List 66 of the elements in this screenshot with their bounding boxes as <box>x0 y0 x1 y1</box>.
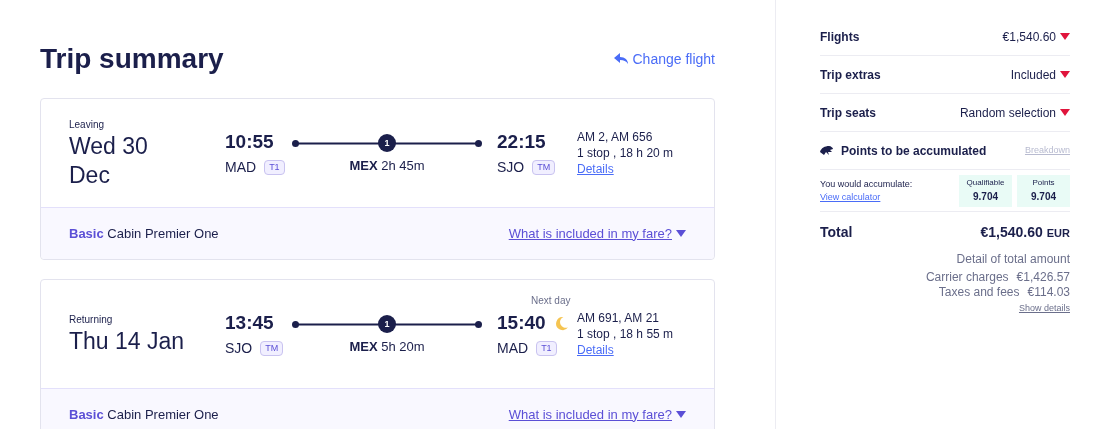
back-arrow-icon <box>614 53 629 65</box>
next-day-note: Next day <box>531 294 571 309</box>
layover-airport: MEX <box>349 158 378 174</box>
charge-label: Carrier charges <box>925 270 1009 285</box>
caret-icon <box>676 230 686 237</box>
caret-icon <box>1060 33 1070 40</box>
summary-label: Flights <box>820 28 860 46</box>
layover-duration: 2h 45m <box>381 158 425 174</box>
terminal-badge: TM <box>532 159 556 175</box>
details-link[interactable]: Details <box>577 343 614 357</box>
tile-value: 9.704 <box>973 190 998 204</box>
caret-icon <box>676 411 686 418</box>
terminal-badge: TM <box>260 340 284 356</box>
tile-label: Qualifiable <box>966 177 1005 189</box>
total-amount: €1,540.60 <box>980 222 1043 242</box>
total-label: Total <box>820 222 853 242</box>
summary-label: Trip seats <box>820 104 877 122</box>
airport-code: MAD <box>225 157 257 177</box>
layover-duration: 5h 20m <box>381 339 425 355</box>
cabin-name: Cabin Premier One <box>107 406 219 422</box>
page-title: Trip summary <box>40 42 224 76</box>
points-title: Points to be accumulated <box>841 142 987 160</box>
tile-value: 9.704 <box>1031 190 1056 204</box>
caret-icon <box>1060 109 1070 116</box>
charge-label: Taxes and fees <box>938 285 1020 300</box>
calculator-link[interactable]: View calculator <box>820 191 881 202</box>
summary-label: Trip extras <box>820 66 881 84</box>
leg-label: Leaving <box>69 117 106 132</box>
points-text: You would accumulate: <box>820 177 913 191</box>
layover-airport: MEX <box>349 339 378 355</box>
stop-count: 1 <box>378 134 396 153</box>
tile-label: Points <box>1032 177 1055 189</box>
caret-icon <box>1060 71 1070 78</box>
departure-time: 10:55 <box>225 130 275 155</box>
summary-dropdown[interactable]: Included <box>1010 65 1070 84</box>
total-currency: EUR <box>1046 225 1070 241</box>
flight-numbers: AM 691, AM 21 <box>577 310 661 326</box>
terminal-badge: T1 <box>264 159 285 175</box>
summary-dropdown[interactable]: €1,540.60 <box>1002 27 1070 46</box>
airport-code: SJO <box>497 157 525 177</box>
trip-duration: 1 stop , 18 h 55 m <box>577 326 674 342</box>
departure-time: 13:45 <box>225 311 275 336</box>
fare-name: Basic <box>69 406 104 422</box>
fare-name: Basic <box>69 225 104 241</box>
charge-value: €1,426.57 <box>1016 270 1070 285</box>
leg-label: Returning <box>69 313 114 327</box>
trip-duration: 1 stop , 18 h 20 m <box>577 145 674 161</box>
airport-code: MAD <box>497 338 529 358</box>
summary-dropdown[interactable]: Random selection <box>959 103 1070 122</box>
terminal-badge: T1 <box>536 340 557 356</box>
leg-date: Thu 14 Jan <box>69 327 186 356</box>
flight-numbers: AM 2, AM 656 <box>577 129 654 145</box>
leg-date: Wed 30 Dec <box>69 131 149 190</box>
change-flight-link[interactable]: Change flight <box>614 48 715 70</box>
charge-value: €114.03 <box>1027 285 1070 300</box>
fare-info-link[interactable]: What is included in my fare? <box>508 223 672 244</box>
bird-icon <box>820 145 833 156</box>
detail-title: Detail of total amount <box>956 252 1070 267</box>
arrival-time: 15:40 <box>497 311 546 336</box>
cabin-name: Cabin Premier One <box>107 225 219 241</box>
details-link[interactable]: Details <box>577 162 614 176</box>
fare-info-link[interactable]: What is included in my fare? <box>508 404 672 425</box>
arrival-time: 22:15 <box>497 130 546 155</box>
airport-code: SJO <box>225 338 253 358</box>
show-details-link[interactable]: Show details <box>1018 301 1070 316</box>
stop-count: 1 <box>378 315 396 334</box>
